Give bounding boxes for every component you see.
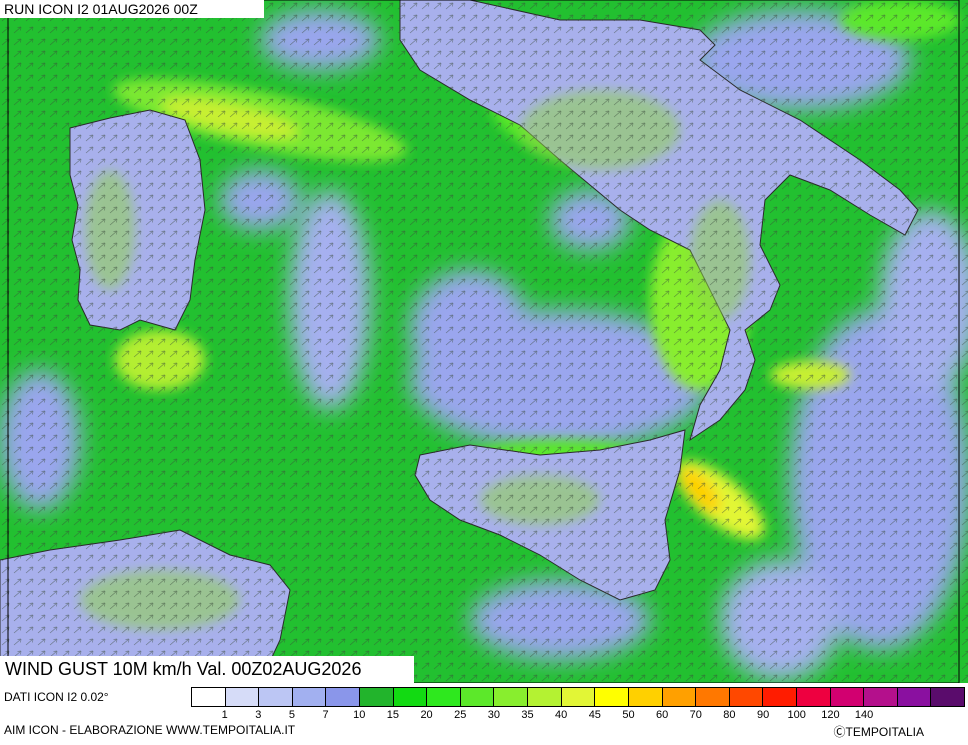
colorbar-swatch [796,688,831,706]
copyright-label: ⒸTEMPOITALIA [833,725,924,739]
data-source-label: DATI ICON I2 0.02° [4,690,109,704]
colorbar-tick-label: 90 [756,709,770,721]
colorbar-tick-label: 25 [454,709,467,721]
colorbar-tick-label: 140 [854,709,874,721]
colorbar-swatch [460,688,495,706]
colorbar-swatch [628,688,663,706]
colorbar-tick-label: 5 [288,709,296,721]
colorbar-swatch [360,688,394,706]
colorbar-tick-label: 80 [723,709,736,721]
colorbar-swatch [830,688,865,706]
colorbar-tick-label: 3 [255,709,262,721]
run-label: RUN ICON I2 01AUG2026 00Z [0,0,264,18]
colorbar-swatch [561,688,596,706]
colorbar-tick-label: 30 [487,709,500,721]
map-title: WIND GUST 10M km/h Val. 00Z02AUG2026 [0,656,414,683]
wind-arrows [0,0,968,683]
colorbar-swatch [528,688,562,706]
colorbar-tick-label: 100 [787,709,806,721]
colorbar-swatch [393,688,428,706]
colorbar-swatch [326,688,361,706]
colorbar-swatch [897,688,932,706]
footer: DATI ICON I2 0.02° 1 3 5 7 10 15 20 25 30 35 40 45 5… [0,683,968,745]
colorbar-swatch [864,688,898,706]
colorbar-swatch [729,688,764,706]
colorbar-swatch [259,688,293,706]
colorbar-tick-label: 70 [689,709,702,721]
colorbar-swatch [292,688,327,706]
colorbar-swatch [662,688,697,706]
colorbar-swatch [225,688,260,706]
elaboration-label: AIM ICON - ELABORAZIONE WWW.TEMPOITALIA.… [4,723,296,737]
colorbar-swatch [494,688,529,706]
colorbar-swatch [763,688,797,706]
colorbar [191,687,965,707]
colorbar-tick-label: 40 [555,709,568,721]
colorbar-swatch [192,688,226,706]
colorbar-swatch [696,688,730,706]
colorbar-swatch [427,688,461,706]
colorbar-tick-label: 35 [521,709,534,721]
colorbar-tick-label: 1 [221,709,228,721]
colorbar-tick-label: 7 [322,709,329,721]
colorbar-ticks: 1 3 5 7 10 15 20 25 30 35 40 45 50 60 70 80 90 100 120 140 [191,709,965,723]
colorbar-tick-label: 45 [588,709,601,721]
colorbar-swatch [931,688,965,706]
colorbar-tick-label: 15 [386,709,400,721]
colorbar-tick-label: 10 [353,709,366,721]
wind-gust-map [0,0,968,683]
colorbar-tick-label: 120 [821,709,840,721]
colorbar-tick-label: 60 [656,709,669,721]
colorbar-tick-label: 50 [622,709,635,721]
colorbar-swatch [595,688,629,706]
colorbar-tick-label: 20 [420,709,433,721]
